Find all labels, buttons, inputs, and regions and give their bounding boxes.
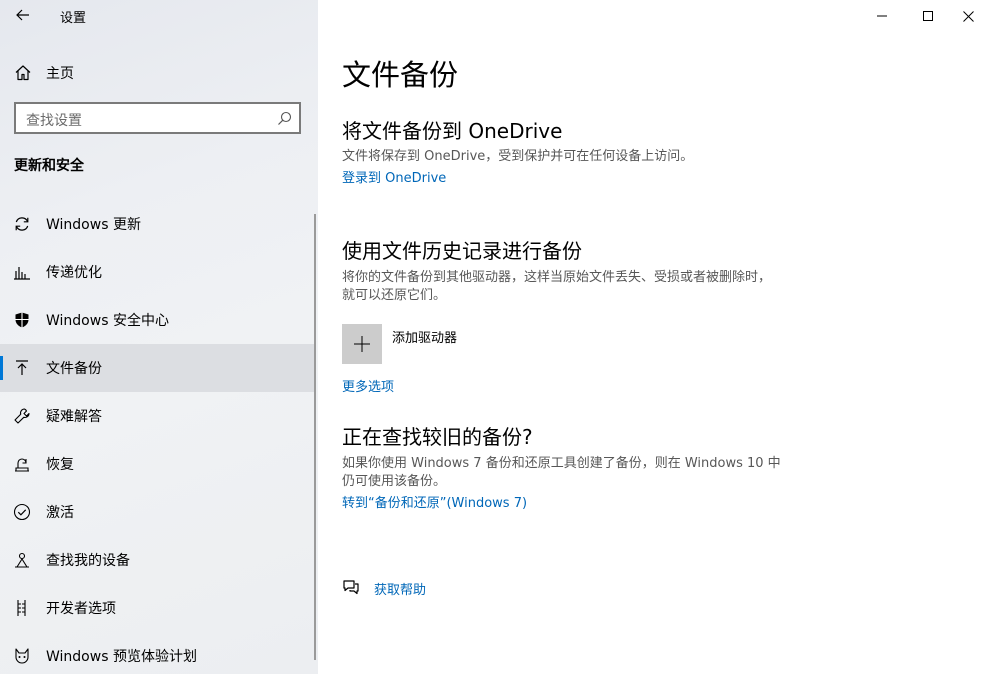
search-icon	[278, 111, 292, 125]
recovery-icon	[15, 458, 29, 472]
delivery-optimization-icon	[14, 267, 30, 280]
page-title: 文件备份	[342, 58, 459, 92]
insider-icon	[15, 648, 29, 664]
sidebar-item-insider[interactable]: Windows 预览体验计划	[0, 632, 316, 674]
sidebar-scrollbar[interactable]	[314, 214, 316, 660]
selection-indicator	[0, 356, 3, 380]
sidebar-item-label: 文件备份	[46, 361, 102, 377]
get-help-link[interactable]: 获取帮助	[374, 579, 426, 598]
section-title: 更新和安全	[14, 158, 84, 174]
wrench-icon	[14, 408, 30, 424]
sidebar-item-troubleshoot[interactable]: 疑难解答	[0, 392, 316, 440]
onedrive-heading: 将文件备份到 OneDrive	[342, 119, 563, 143]
more-options-link[interactable]: 更多选项	[342, 376, 394, 395]
find-device-icon	[15, 552, 29, 568]
sidebar-item-activation[interactable]: 激活	[0, 488, 316, 536]
sidebar-item-delivery-optimization[interactable]: 传递优化	[0, 248, 316, 296]
close-icon	[962, 10, 974, 22]
app-title: 设置	[60, 11, 87, 26]
sidebar-item-label: Windows 安全中心	[46, 313, 169, 329]
close-button[interactable]	[945, 0, 991, 32]
older-backup-description: 如果你使用 Windows 7 备份和还原工具创建了备份，则在 Windows …	[342, 456, 781, 489]
sidebar-item-label: 恢复	[46, 457, 74, 473]
search-input[interactable]: 查找设置	[14, 102, 301, 134]
navigation-pane: 设置 主页 查找设置 更新和安全 Windows 更新 传递优化 Windows…	[0, 0, 318, 674]
minimize-icon	[877, 15, 887, 17]
back-arrow-icon	[16, 9, 29, 21]
sidebar-item-windows-security[interactable]: Windows 安全中心	[0, 296, 316, 344]
home-icon	[15, 65, 31, 81]
file-history-heading: 使用文件历史记录进行备份	[342, 239, 582, 263]
sidebar-item-find-my-device[interactable]: 查找我的设备	[0, 536, 316, 584]
sidebar-item-windows-update[interactable]: Windows 更新	[0, 200, 316, 248]
sidebar-item-label: Windows 更新	[46, 217, 141, 233]
backup-restore-link[interactable]: 转到“备份和还原”(Windows 7)	[342, 492, 527, 511]
onedrive-description: 文件将保存到 OneDrive，受到保护并可在任何设备上访问。	[342, 149, 694, 164]
shield-icon	[15, 312, 29, 328]
home-nav-item[interactable]: 主页	[0, 56, 318, 88]
minimize-button[interactable]	[859, 0, 905, 32]
onedrive-signin-link[interactable]: 登录到 OneDrive	[342, 167, 446, 186]
plus-icon	[354, 336, 370, 352]
sidebar-item-label: Windows 预览体验计划	[46, 649, 197, 665]
sync-icon	[15, 217, 29, 231]
home-label: 主页	[46, 66, 74, 82]
older-backup-heading: 正在查找较旧的备份?	[342, 425, 533, 449]
sidebar-titlebar: 设置	[0, 0, 318, 32]
backup-icon	[16, 360, 28, 375]
add-drive-label[interactable]: 添加驱动器	[392, 327, 457, 346]
sidebar-item-label: 激活	[46, 505, 74, 521]
check-circle-icon	[13, 503, 31, 521]
developer-icon	[17, 600, 26, 616]
sidebar-item-label: 开发者选项	[46, 601, 116, 617]
add-drive-button[interactable]	[342, 324, 382, 364]
sidebar-item-label: 疑难解答	[46, 409, 102, 425]
sidebar-item-recovery[interactable]: 恢复	[0, 440, 316, 488]
search-placeholder: 查找设置	[26, 113, 82, 129]
sidebar-item-label: 传递优化	[46, 265, 102, 281]
maximize-icon	[923, 11, 933, 21]
sidebar-item-label: 查找我的设备	[46, 553, 130, 569]
help-chat-icon	[343, 580, 359, 595]
file-history-description: 将你的文件备份到其他驱动器，这样当原始文件丢失、受损或者被删除时，就可以还原它们…	[342, 270, 772, 303]
sidebar-item-backup[interactable]: 文件备份	[0, 344, 316, 392]
sidebar-item-developer[interactable]: 开发者选项	[0, 584, 316, 632]
back-button[interactable]	[8, 0, 38, 30]
